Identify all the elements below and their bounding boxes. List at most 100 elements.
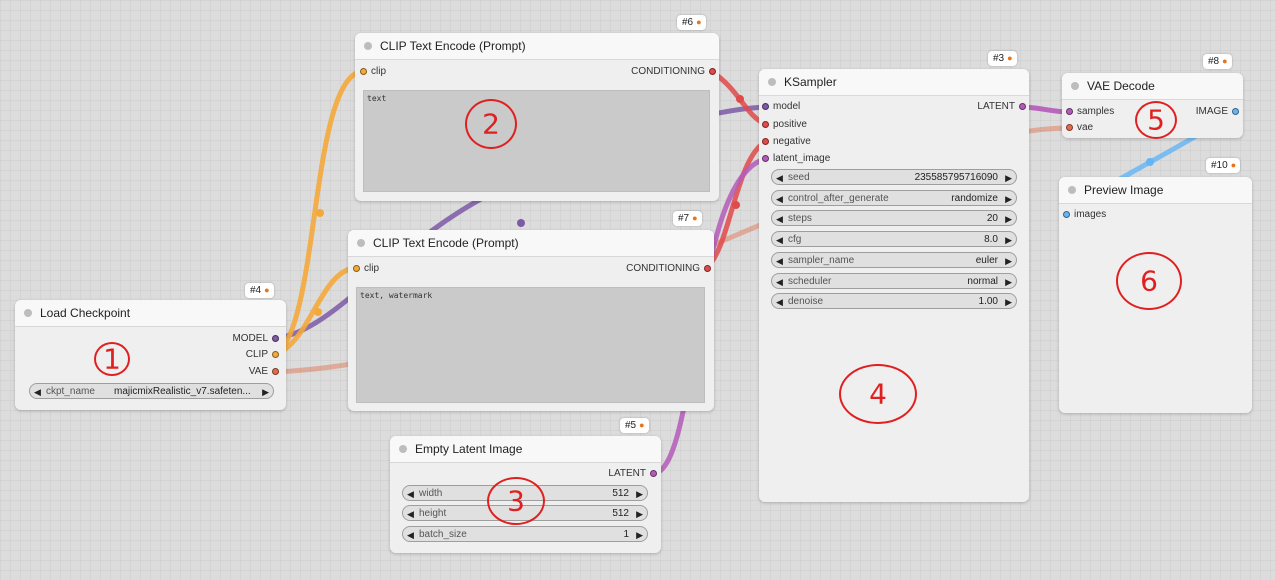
widget-value: 512 (612, 508, 629, 519)
input-images[interactable]: images (1063, 208, 1106, 222)
slot-dot[interactable] (360, 68, 367, 75)
node-title-bar[interactable]: VAE Decode (1062, 73, 1243, 100)
node-title: Empty Latent Image (415, 442, 523, 456)
slot-label: latent_image (773, 153, 831, 164)
input-positive[interactable]: positive (762, 118, 807, 132)
arrow-left-icon[interactable]: ◀ (776, 253, 783, 269)
widget-cfg[interactable]: ◀ cfg 8.0 ▶ (771, 231, 1017, 247)
slot-dot[interactable] (762, 103, 769, 110)
arrow-left-icon[interactable]: ◀ (407, 527, 414, 543)
arrow-right-icon[interactable]: ▶ (636, 527, 643, 543)
input-clip[interactable]: clip (353, 262, 379, 276)
node-title-bar[interactable]: CLIP Text Encode (Prompt) (348, 230, 714, 257)
widget-label: cfg (788, 234, 802, 245)
input-vae[interactable]: vae (1066, 121, 1093, 135)
collapse-dot[interactable] (1068, 186, 1076, 194)
arrow-right-icon[interactable]: ▶ (1005, 232, 1012, 248)
slot-dot[interactable] (762, 138, 769, 145)
input-clip[interactable]: clip (360, 65, 386, 79)
node-title-bar[interactable]: CLIP Text Encode (Prompt) (355, 33, 719, 60)
output-latent[interactable]: LATENT (977, 100, 1026, 114)
node-id-badge: #5 ● (620, 418, 649, 433)
arrow-left-icon[interactable]: ◀ (776, 191, 783, 207)
arrow-left-icon[interactable]: ◀ (776, 211, 783, 227)
input-model[interactable]: model (762, 100, 800, 114)
wire-midpoint (314, 308, 322, 316)
arrow-right-icon[interactable]: ▶ (262, 384, 269, 400)
slot-dot[interactable] (762, 155, 769, 162)
node-ksampler[interactable]: KSampler model positive negative latent_… (759, 69, 1029, 502)
slot-dot[interactable] (762, 121, 769, 128)
slot-dot[interactable] (1066, 124, 1073, 131)
node-clip-text-encode-negative[interactable]: CLIP Text Encode (Prompt) clip CONDITION… (348, 230, 714, 411)
wire-midpoint (517, 219, 525, 227)
collapse-dot[interactable] (399, 445, 407, 453)
arrow-right-icon[interactable]: ▶ (1005, 294, 1012, 310)
widget-label: denoise (788, 296, 824, 307)
slot-label: VAE (248, 366, 268, 377)
arrow-left-icon[interactable]: ◀ (776, 294, 783, 310)
node-title: Preview Image (1084, 183, 1164, 197)
collapse-dot[interactable] (768, 78, 776, 86)
input-samples[interactable]: samples (1066, 105, 1114, 119)
collapse-dot[interactable] (364, 42, 372, 50)
arrow-right-icon[interactable]: ▶ (1005, 274, 1012, 290)
slot-dot[interactable] (709, 68, 716, 75)
arrow-left-icon[interactable]: ◀ (776, 274, 783, 290)
slot-label: CONDITIONING (626, 263, 700, 274)
input-negative[interactable]: negative (762, 135, 811, 149)
output-conditioning[interactable]: CONDITIONING (626, 262, 711, 276)
prompt-textarea[interactable]: text (363, 90, 710, 192)
widget-value: 1 (623, 529, 629, 540)
slot-dot[interactable] (272, 351, 279, 358)
collapse-dot[interactable] (1071, 82, 1079, 90)
output-latent[interactable]: LATENT (608, 467, 657, 481)
slot-dot[interactable] (704, 265, 711, 272)
slot-dot[interactable] (272, 335, 279, 342)
widget-sampler-name[interactable]: ◀ sampler_name euler ▶ (771, 252, 1017, 268)
arrow-right-icon[interactable]: ▶ (1005, 211, 1012, 227)
node-title-bar[interactable]: Preview Image (1059, 177, 1252, 204)
slot-label: LATENT (977, 101, 1015, 112)
arrow-right-icon[interactable]: ▶ (1005, 191, 1012, 207)
arrow-right-icon[interactable]: ▶ (1005, 170, 1012, 186)
slot-dot[interactable] (1063, 211, 1070, 218)
arrow-left-icon[interactable]: ◀ (776, 170, 783, 186)
output-vae[interactable]: VAE (249, 365, 279, 379)
output-image[interactable]: IMAGE (1196, 105, 1239, 119)
slot-dot[interactable] (1232, 108, 1239, 115)
arrow-left-icon[interactable]: ◀ (407, 506, 414, 522)
arrow-left-icon[interactable]: ◀ (407, 486, 414, 502)
slot-dot[interactable] (650, 470, 657, 477)
widget-batch-size[interactable]: ◀ batch_size 1 ▶ (402, 526, 648, 542)
input-latent-image[interactable]: latent_image (762, 152, 830, 166)
collapse-dot[interactable] (357, 239, 365, 247)
widget-steps[interactable]: ◀ steps 20 ▶ (771, 210, 1017, 226)
node-title-bar[interactable]: Empty Latent Image (390, 436, 661, 463)
collapse-dot[interactable] (24, 309, 32, 317)
node-clip-text-encode-positive[interactable]: CLIP Text Encode (Prompt) clip CONDITION… (355, 33, 719, 201)
output-clip[interactable]: CLIP (246, 348, 279, 362)
arrow-left-icon[interactable]: ◀ (776, 232, 783, 248)
node-load-checkpoint[interactable]: Load Checkpoint MODEL CLIP VAE ◀ ckpt_na… (15, 300, 286, 410)
node-title-bar[interactable]: Load Checkpoint (15, 300, 286, 327)
arrow-right-icon[interactable]: ▶ (636, 506, 643, 522)
arrow-right-icon[interactable]: ▶ (1005, 253, 1012, 269)
slot-dot[interactable] (272, 368, 279, 375)
arrow-left-icon[interactable]: ◀ (34, 384, 41, 400)
node-title: Load Checkpoint (40, 306, 131, 320)
widget-seed[interactable]: ◀ seed 235585795716090 ▶ (771, 169, 1017, 185)
annotation-label: 1 (103, 342, 121, 376)
widget-scheduler[interactable]: ◀ scheduler normal ▶ (771, 273, 1017, 289)
node-title-bar[interactable]: KSampler (759, 69, 1029, 96)
output-model[interactable]: MODEL (232, 332, 279, 346)
widget-denoise[interactable]: ◀ denoise 1.00 ▶ (771, 293, 1017, 309)
widget-control-after-generate[interactable]: ◀ control_after_generate randomize ▶ (771, 190, 1017, 206)
slot-dot[interactable] (1066, 108, 1073, 115)
arrow-right-icon[interactable]: ▶ (636, 486, 643, 502)
widget-ckpt-name[interactable]: ◀ ckpt_name majicmixRealistic_v7.safeten… (29, 383, 274, 399)
slot-dot[interactable] (353, 265, 360, 272)
prompt-textarea[interactable]: text, watermark (356, 287, 705, 403)
output-conditioning[interactable]: CONDITIONING (631, 65, 716, 79)
slot-dot[interactable] (1019, 103, 1026, 110)
